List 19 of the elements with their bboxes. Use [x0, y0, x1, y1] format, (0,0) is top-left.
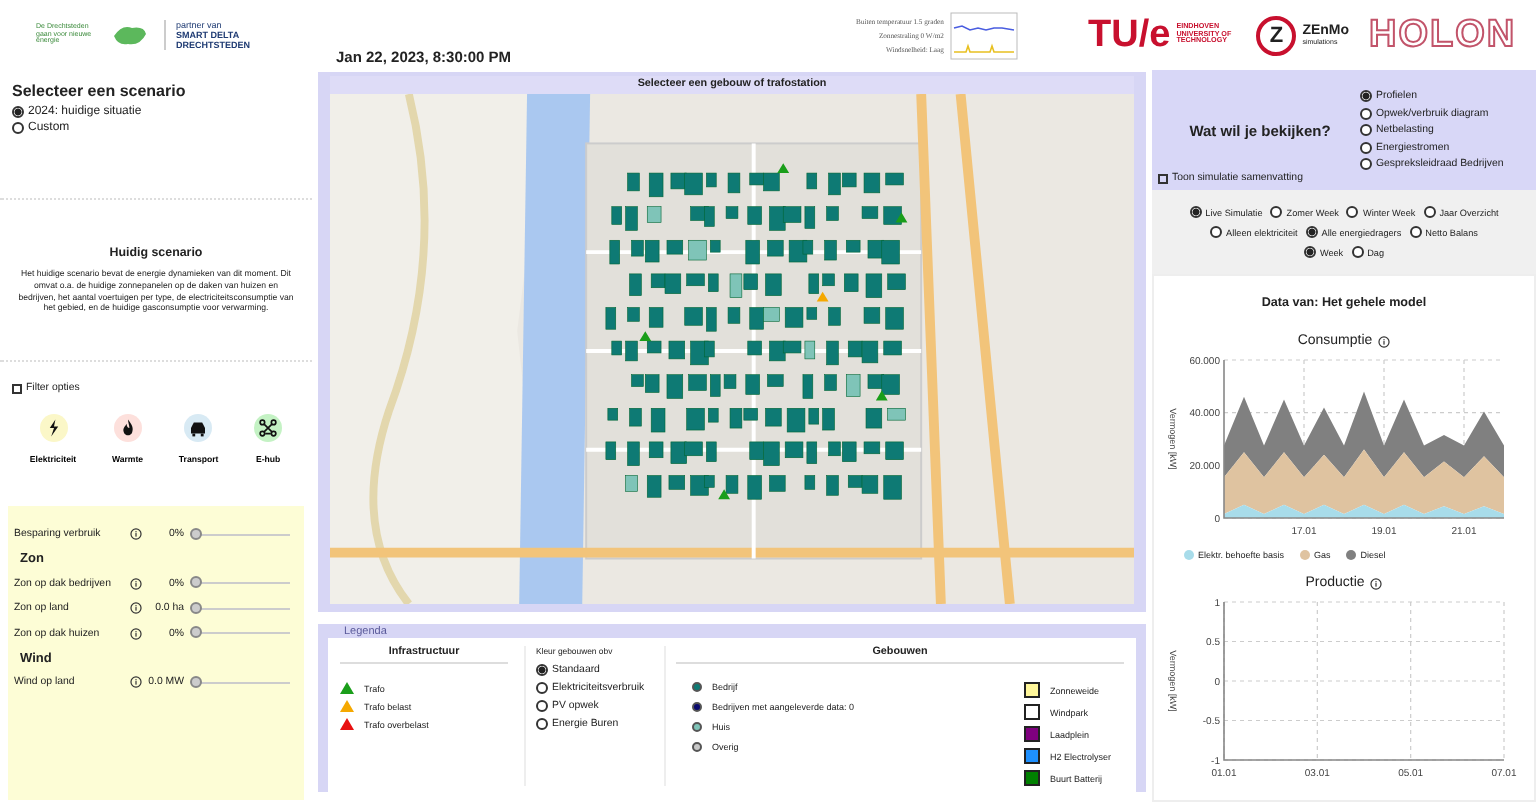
- logo-mark: Z: [1256, 15, 1297, 55]
- slider-thumb[interactable]: [190, 527, 202, 540]
- weather-sparkline: [949, 11, 1018, 59]
- section-title: Selecteer een scenario: [12, 82, 188, 100]
- slider-thumb[interactable]: [190, 675, 202, 688]
- slider-thumb[interactable]: [190, 626, 202, 639]
- slider-thumb[interactable]: [190, 601, 202, 614]
- info-icon[interactable]: [130, 602, 142, 615]
- info-icon[interactable]: [130, 577, 142, 590]
- logo-text: HOLON: [1369, 13, 1517, 57]
- info-icon[interactable]: [130, 528, 142, 541]
- ehub-icon: [254, 414, 283, 442]
- logo-mark: TU/e: [1088, 13, 1171, 57]
- info-icon[interactable]: [130, 627, 142, 640]
- info-icon[interactable]: [1370, 577, 1383, 589]
- info-icon[interactable]: [130, 676, 142, 689]
- leaf-logo-icon: [112, 23, 148, 47]
- slider-thumb[interactable]: [190, 576, 202, 589]
- info-icon[interactable]: [1378, 335, 1391, 347]
